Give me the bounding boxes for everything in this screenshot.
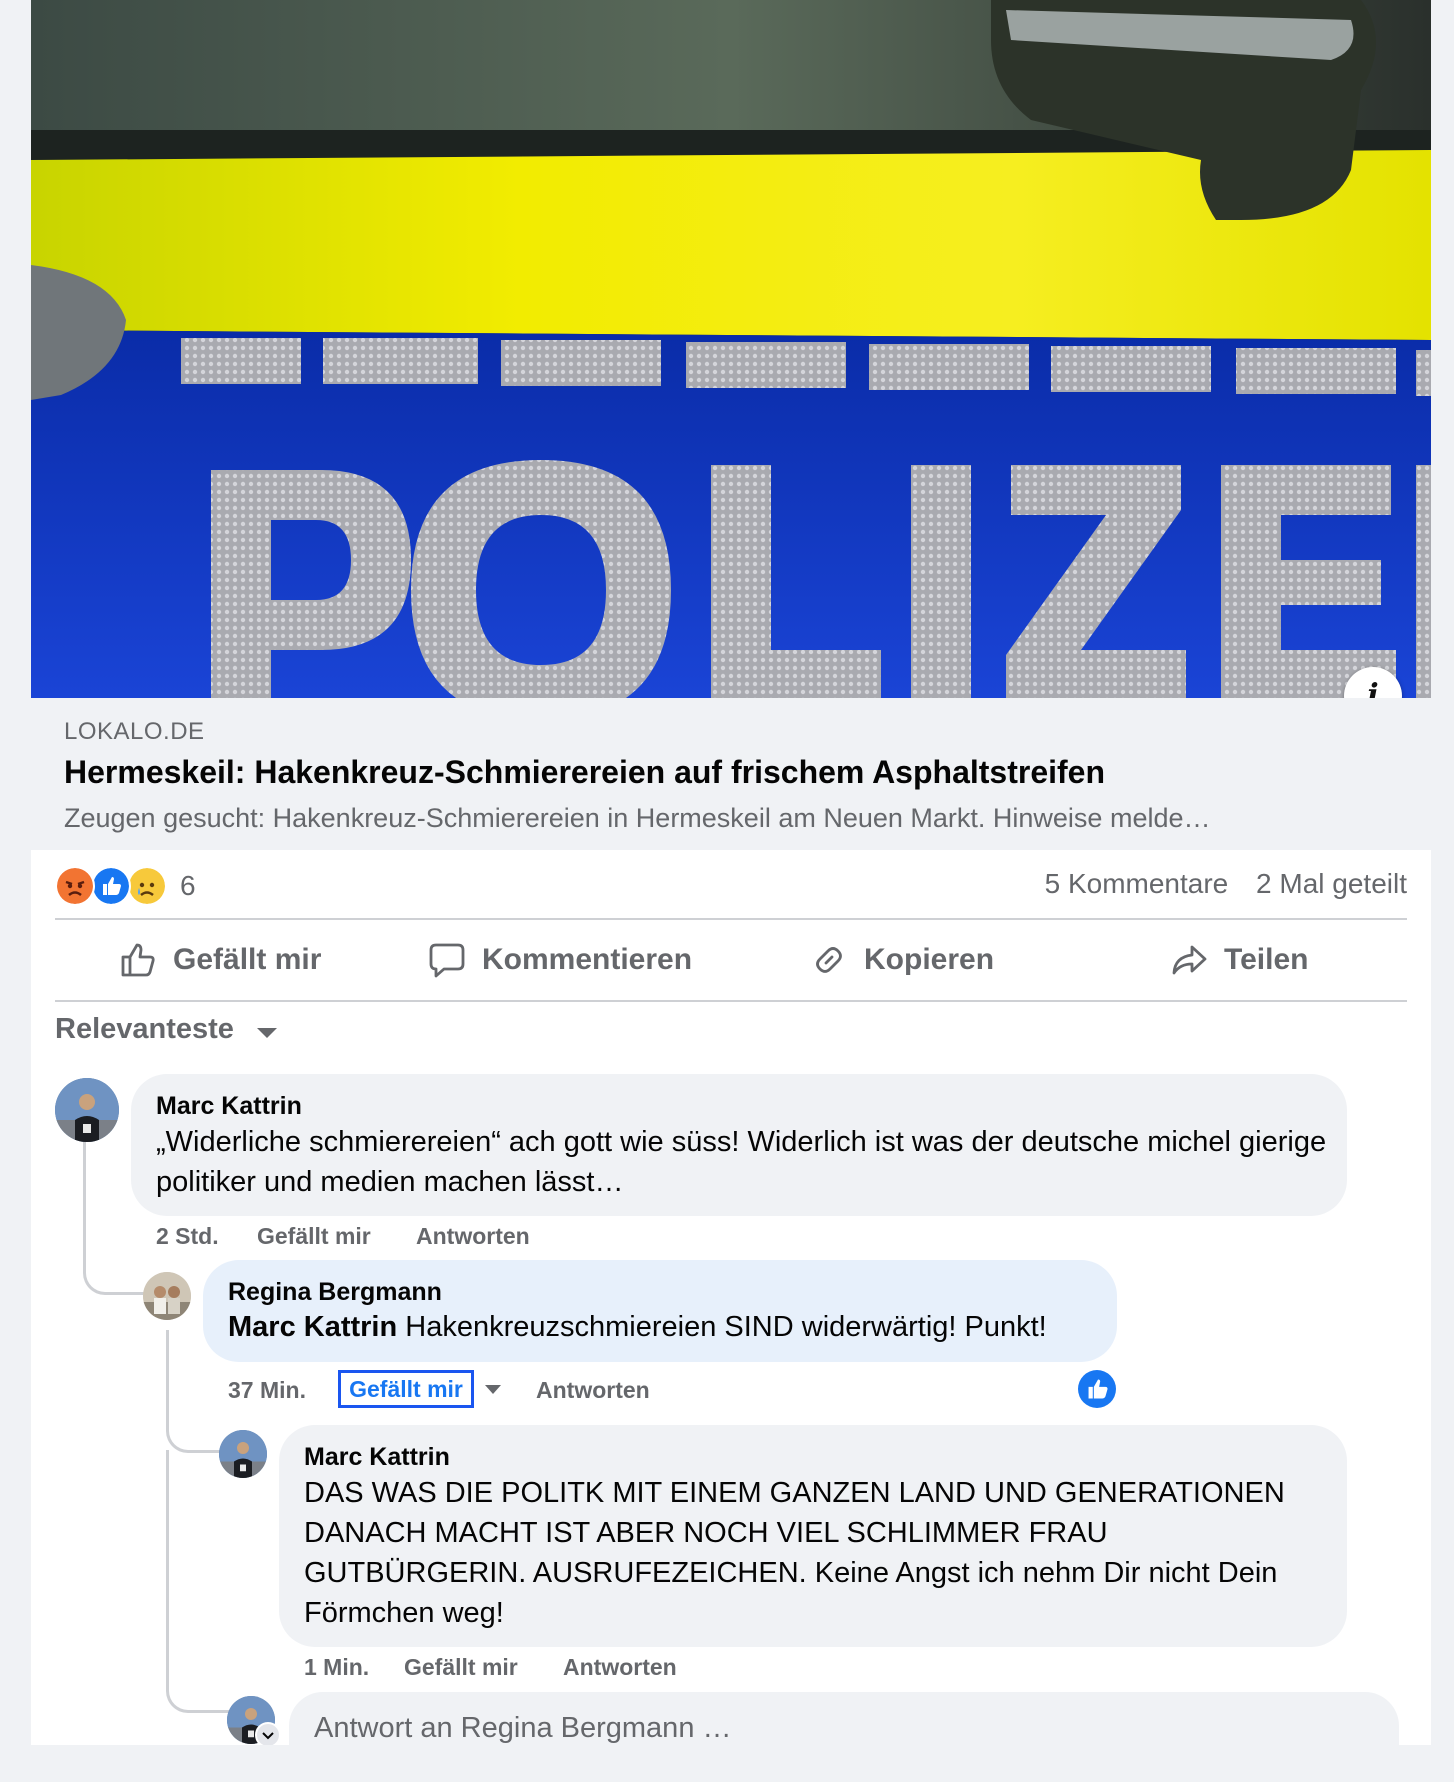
link-preview[interactable]: LOKALO.DE Hermeskeil: Hakenkreuz-Schmier… [31, 698, 1431, 850]
mention-link[interactable]: Marc Kattrin [228, 1311, 397, 1343]
copy-label: Kopieren [864, 943, 995, 976]
link-description: Zeugen gesucht: Hakenkreuz-Schmierereien… [64, 803, 1211, 833]
sad-icon [127, 866, 167, 906]
comment-time[interactable]: 37 Min. [228, 1377, 306, 1404]
link-icon [816, 947, 842, 973]
avatar[interactable] [143, 1272, 191, 1320]
like-reaction-icon[interactable] [1078, 1370, 1116, 1408]
divider [55, 1000, 1407, 1002]
comment-reply-button[interactable]: Antworten [416, 1223, 530, 1250]
angry-icon [55, 866, 95, 906]
thumbs-up-icon [121, 943, 155, 977]
comment-like-button[interactable]: Gefällt mir [257, 1223, 371, 1250]
link-domain: LOKALO.DE [64, 718, 205, 745]
comment-text: Marc Kattrin Hakenkreuzschmiereien SIND … [228, 1307, 1108, 1347]
comment-body: Hakenkreuzschmiereien SIND widerwärtig! … [397, 1311, 1047, 1343]
comment-author[interactable]: Marc Kattrin [304, 1443, 450, 1472]
link-title[interactable]: Hermeskeil: Hakenkreuz-Schmierereien auf… [64, 754, 1105, 791]
comment-button[interactable]: Kommentieren [428, 938, 692, 982]
post-card: i LOKALO.DE Hermeskeil: Hakenkreuz-Schmi… [31, 0, 1431, 1782]
post-image[interactable] [31, 0, 1431, 698]
comment-like-button[interactable]: Gefällt mir [404, 1654, 518, 1681]
comment-author[interactable]: Regina Bergmann [228, 1278, 442, 1307]
comment-text: DAS WAS DIE POLITK MIT EINEM GANZEN LAND… [304, 1477, 1285, 1629]
like-label: Gefällt mir [173, 943, 322, 976]
share-icon [1172, 945, 1207, 975]
avatar[interactable] [55, 1078, 119, 1142]
like-icon [91, 866, 131, 906]
comment-reply-button[interactable]: Antworten [563, 1654, 677, 1681]
comment-text: „Widerliche schmierereien“ ach gott wie … [156, 1126, 1327, 1198]
caret-down-icon[interactable] [485, 1385, 501, 1394]
reaction-count: 6 [180, 870, 196, 901]
comment-reply-button[interactable]: Antworten [536, 1377, 650, 1404]
comment-time[interactable]: 1 Min. [304, 1654, 369, 1681]
copy-button[interactable]: Kopieren [810, 938, 994, 982]
comment-time[interactable]: 2 Std. [156, 1223, 219, 1250]
page-background [0, 1745, 1454, 1782]
comment-count[interactable]: 5 Kommentare [1045, 868, 1229, 899]
caret-down-icon[interactable] [257, 1028, 277, 1038]
sort-dropdown[interactable]: Relevanteste [55, 1013, 234, 1046]
comment-like-button-active[interactable]: Gefällt mir [338, 1370, 474, 1408]
share-button[interactable]: Teilen [1170, 938, 1308, 982]
avatar[interactable] [219, 1430, 267, 1478]
share-label: Teilen [1224, 943, 1309, 976]
comment-icon [429, 943, 465, 978]
reply-placeholder[interactable]: Antwort an Regina Bergmann … [314, 1712, 732, 1745]
like-button[interactable]: Gefällt mir [119, 938, 321, 982]
share-count[interactable]: 2 Mal geteilt [1256, 868, 1407, 899]
comment-label: Kommentieren [482, 943, 693, 976]
thread-line [166, 1450, 231, 1713]
post-stats: 5 Kommentare 2 Mal geteilt [1025, 868, 1407, 900]
comment-author[interactable]: Marc Kattrin [156, 1092, 302, 1121]
divider [55, 918, 1407, 920]
